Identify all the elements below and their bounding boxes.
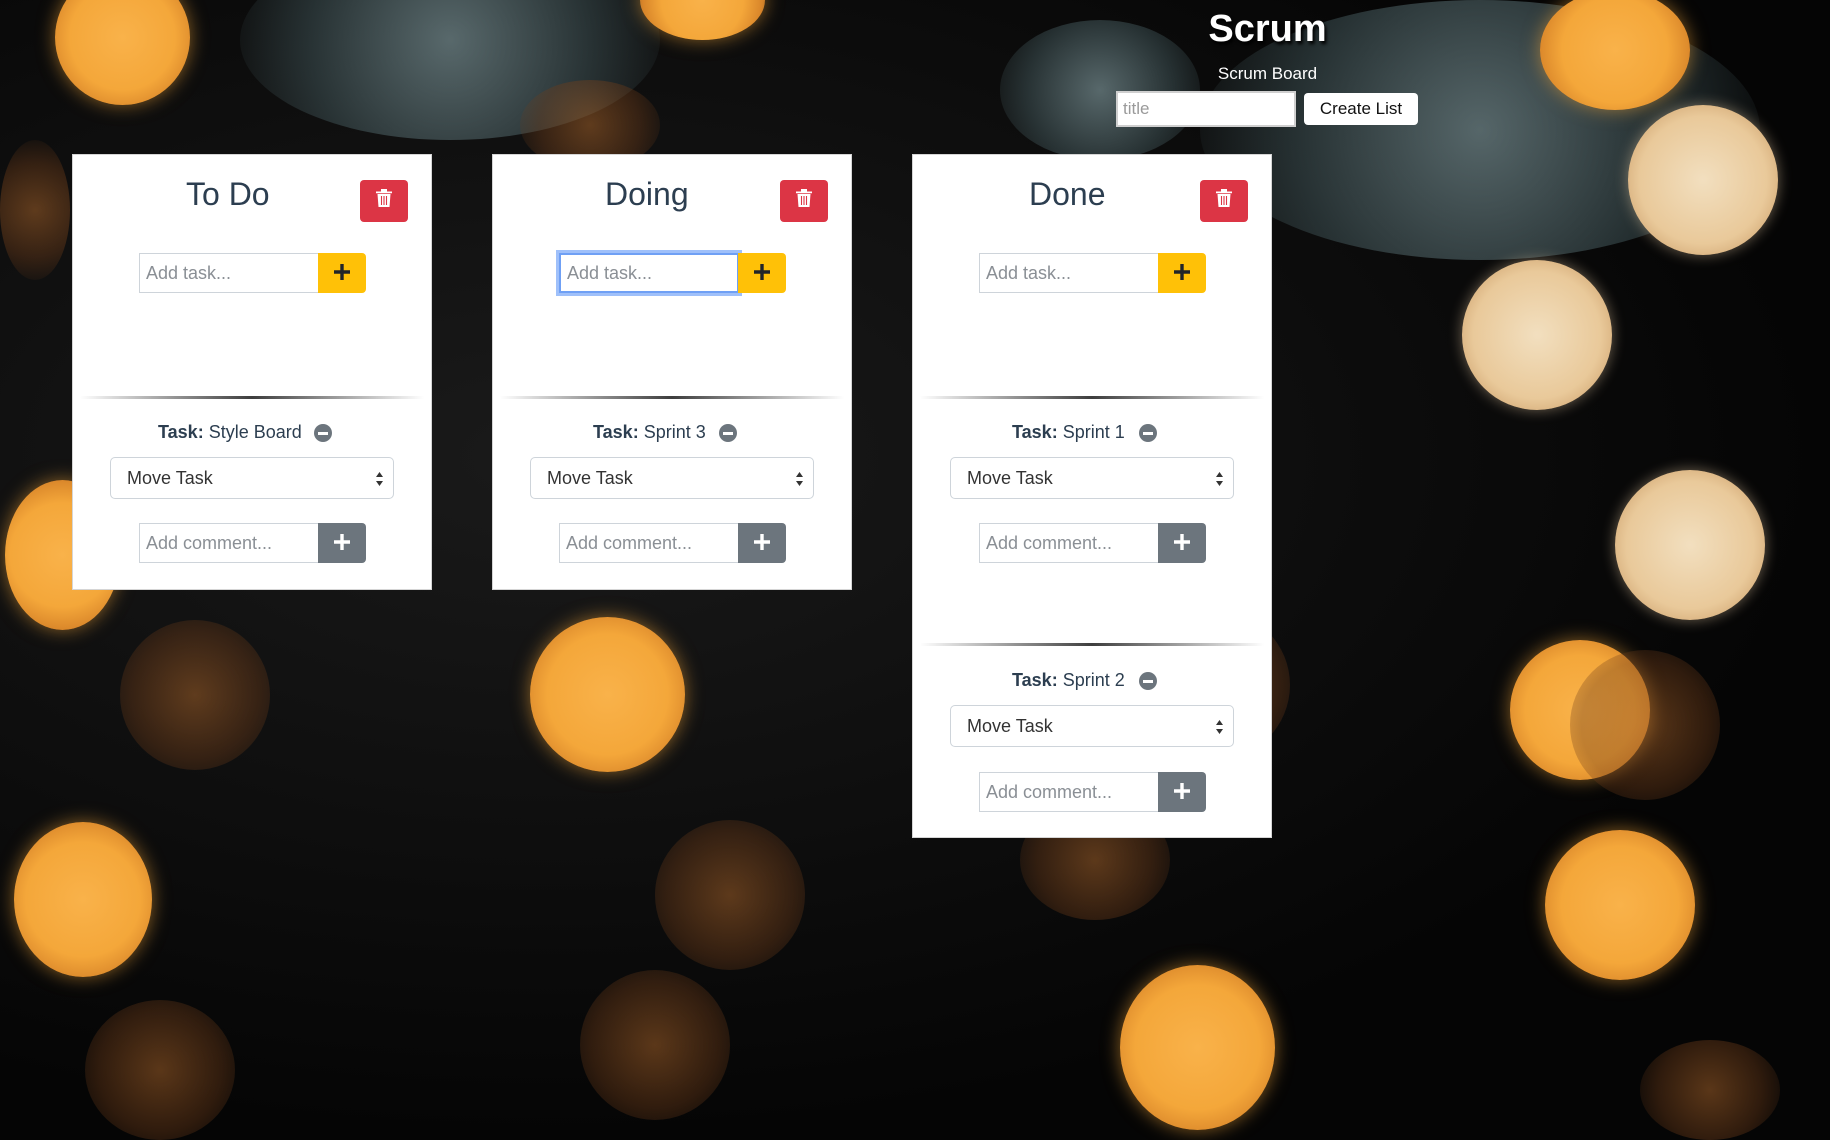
task-divider	[500, 396, 844, 399]
add-comment-button[interactable]	[1158, 772, 1206, 812]
app-title: Scrum	[1208, 8, 1327, 50]
list-title: To Do	[186, 176, 270, 212]
task-item: Task: Sprint 3	[593, 422, 706, 443]
task-name: Sprint 1	[1062, 422, 1125, 442]
plus-icon	[334, 263, 350, 283]
app-subtitle: Scrum Board	[1217, 64, 1318, 83]
move-task-label: Move Task	[127, 467, 213, 488]
move-task-label: Move Task	[967, 467, 1053, 488]
plus-icon	[334, 533, 350, 553]
move-task-label: Move Task	[547, 467, 633, 488]
add-comment-input[interactable]	[139, 523, 319, 563]
remove-task-icon[interactable]	[1139, 424, 1157, 442]
task-name: Sprint 3	[643, 422, 706, 442]
task-label: Task:	[1012, 422, 1058, 442]
add-task-button[interactable]	[1158, 253, 1206, 293]
scrum-board-page: Scrum Scrum Board Create List To Do Task…	[0, 0, 1830, 1140]
remove-task-icon[interactable]	[314, 424, 332, 442]
add-comment-button[interactable]	[318, 523, 366, 563]
add-comment-input[interactable]	[979, 523, 1159, 563]
task-item: Task: Style Board	[158, 422, 302, 443]
add-comment-button[interactable]	[738, 523, 786, 563]
task-label: Task:	[593, 422, 639, 442]
task-name: Style Board	[208, 422, 302, 442]
delete-list-button[interactable]	[360, 180, 408, 222]
trash-icon	[795, 188, 813, 214]
list-title: Doing	[605, 176, 689, 212]
plus-icon	[754, 533, 770, 553]
select-arrows-icon	[1215, 470, 1224, 488]
trash-icon	[1215, 188, 1233, 214]
task-label: Task:	[1012, 670, 1058, 690]
add-task-input[interactable]	[559, 253, 739, 293]
move-task-select[interactable]: Move Task	[950, 705, 1234, 747]
task-divider	[920, 643, 1264, 646]
select-arrows-icon	[1215, 718, 1224, 736]
task-divider	[920, 396, 1264, 399]
delete-list-button[interactable]	[780, 180, 828, 222]
remove-task-icon[interactable]	[1139, 672, 1157, 690]
create-list-button[interactable]: Create List	[1304, 93, 1418, 125]
add-task-input[interactable]	[139, 253, 319, 293]
task-item: Task: Sprint 1	[1012, 422, 1125, 443]
move-task-select[interactable]: Move Task	[950, 457, 1234, 499]
trash-icon	[375, 188, 393, 214]
add-comment-input[interactable]	[559, 523, 739, 563]
add-task-input[interactable]	[979, 253, 1159, 293]
plus-icon	[1174, 782, 1190, 802]
move-task-select[interactable]: Move Task	[530, 457, 814, 499]
select-arrows-icon	[375, 470, 384, 488]
plus-icon	[1174, 263, 1190, 283]
plus-icon	[754, 263, 770, 283]
task-name: Sprint 2	[1062, 670, 1125, 690]
list-title: Done	[1029, 176, 1106, 212]
add-comment-input[interactable]	[979, 772, 1159, 812]
move-task-label: Move Task	[967, 715, 1053, 736]
plus-icon	[1174, 533, 1190, 553]
task-item: Task: Sprint 2	[1012, 670, 1125, 691]
delete-list-button[interactable]	[1200, 180, 1248, 222]
add-task-button[interactable]	[318, 253, 366, 293]
add-task-button[interactable]	[738, 253, 786, 293]
remove-task-icon[interactable]	[719, 424, 737, 442]
list-title-input[interactable]	[1116, 91, 1296, 127]
add-comment-button[interactable]	[1158, 523, 1206, 563]
select-arrows-icon	[795, 470, 804, 488]
task-divider	[80, 396, 424, 399]
move-task-select[interactable]: Move Task	[110, 457, 394, 499]
task-label: Task:	[158, 422, 204, 442]
